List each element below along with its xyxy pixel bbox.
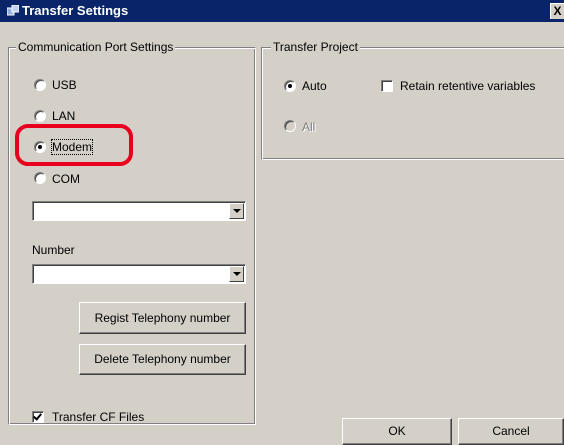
close-icon: X [553, 4, 562, 18]
com-radio[interactable] [34, 172, 46, 184]
title-bar: Transfer Settings X [0, 0, 564, 22]
port-combobox[interactable] [32, 201, 246, 221]
usb-label[interactable]: USB [52, 78, 77, 92]
retain-retentive-variables-checkbox[interactable] [381, 80, 393, 92]
number-combobox[interactable] [32, 264, 246, 284]
regist-telephony-number-button[interactable]: Regist Telephony number [79, 302, 246, 334]
usb-radio[interactable] [34, 79, 46, 91]
retain-retentive-variables-label[interactable]: Retain retentive variables [400, 79, 535, 93]
close-button[interactable]: X [550, 3, 564, 19]
chevron-down-icon[interactable] [229, 203, 244, 219]
ok-label: OK [388, 424, 406, 438]
delete-telephony-number-label: Delete Telephony number [94, 352, 231, 366]
lan-label[interactable]: LAN [52, 109, 75, 123]
transfer-project-legend: Transfer Project [271, 40, 360, 54]
transfer-cf-files-label[interactable]: Transfer CF Files [52, 410, 144, 424]
lan-radio[interactable] [34, 110, 46, 122]
transfer-cf-files-checkbox[interactable] [32, 411, 44, 423]
cancel-button[interactable]: Cancel [458, 418, 564, 445]
chevron-down-icon[interactable] [229, 266, 244, 282]
window-title: Transfer Settings [22, 3, 129, 18]
auto-radio[interactable] [284, 80, 296, 92]
regist-telephony-number-label: Regist Telephony number [94, 311, 231, 325]
transfer-settings-dialog: Transfer Settings X Communication Port S… [0, 0, 564, 445]
com-label[interactable]: COM [52, 172, 80, 186]
all-label: All [302, 120, 316, 134]
communication-port-legend: Communication Port Settings [16, 40, 176, 54]
cancel-label: Cancel [492, 424, 530, 438]
ok-button[interactable]: OK [342, 418, 452, 445]
delete-telephony-number-button[interactable]: Delete Telephony number [79, 344, 246, 375]
transfer-project-group [261, 47, 564, 160]
number-label: Number [32, 243, 75, 257]
all-radio [284, 120, 296, 132]
modem-highlight-annotation [15, 124, 133, 166]
auto-label[interactable]: Auto [302, 79, 327, 93]
transfer-app-icon [7, 5, 19, 16]
